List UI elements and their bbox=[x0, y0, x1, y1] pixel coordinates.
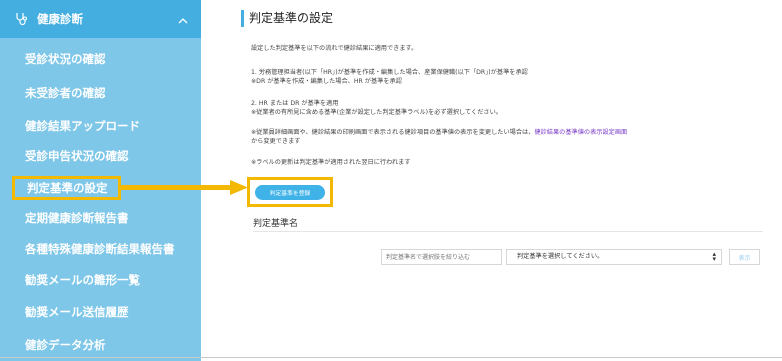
step2-note: ※従業者の有所見に含める基準(企業が設定した判定基準ラベル)を必ず選択してくださ… bbox=[251, 109, 502, 116]
bottom-divider bbox=[0, 357, 782, 358]
register-button-highlight: 判定基準を登録 bbox=[247, 177, 333, 207]
sidebar-item-unexamined[interactable]: 未受診者の確認 bbox=[0, 78, 201, 108]
intro-text: 設定した判定基準を以下の流れで健診結果に適用できます。 bbox=[251, 45, 418, 52]
sidebar-item-email-history[interactable]: 勧奨メール送信履歴 bbox=[0, 297, 201, 327]
step2-text: 2. HR または DR が基準を適用 bbox=[251, 100, 339, 107]
sidebar-item-label: 健診データ分析 bbox=[25, 338, 106, 352]
criteria-select[interactable]: 判定基準を選択してください。 ▴ ▾ bbox=[506, 249, 722, 265]
sidebar-item-label: 勧奨メール送信履歴 bbox=[25, 305, 129, 319]
step1-note: ※DR が基準を作成・編集した場合、HR が基準を承認 bbox=[251, 78, 402, 85]
sidebar-item-periodic-report[interactable]: 定期健康診断報告書 bbox=[0, 203, 201, 233]
sidebar-item-consultation-status[interactable]: 受診状況の確認 bbox=[0, 44, 201, 74]
reference-value-note: ※従業員詳細画面や、健診結果の印刷画面で表示される健診項目の基準値の表示を変更し… bbox=[251, 128, 627, 137]
step1-text: 1. 労務管理担当者(以下「HR」)が基準を作成・編集した場合、産業保健職(以下… bbox=[251, 69, 528, 76]
sidebar-item-special-report[interactable]: 各種特殊健康診断結果報告書 bbox=[0, 234, 201, 264]
main-content: 判定基準の設定 設定した判定基準を以下の流れで健診結果に適用できます。 1. 労… bbox=[201, 0, 782, 361]
sidebar-item-data-analysis[interactable]: 健診データ分析 bbox=[0, 330, 201, 360]
sidebar-item-label: 各種特殊健康診断結果報告書 bbox=[25, 242, 175, 256]
criteria-search-input[interactable] bbox=[381, 249, 502, 265]
chevron-up-icon[interactable] bbox=[177, 12, 189, 24]
label-update-note: ※ラベルの更新は判定基準が適用された翌日に行われます bbox=[251, 159, 411, 166]
sidebar-item-label: 受診申告状況の確認 bbox=[25, 149, 129, 163]
register-criteria-button[interactable]: 判定基準を登録 bbox=[255, 185, 325, 200]
sidebar-item-label: 受診状況の確認 bbox=[25, 52, 106, 66]
sidebar-header-health-checkup[interactable]: 健康診断 bbox=[0, 0, 201, 38]
show-button[interactable]: 表示 bbox=[729, 249, 760, 265]
divider bbox=[253, 231, 763, 232]
sidebar-item-label: 未受診者の確認 bbox=[25, 86, 106, 100]
select-value: 判定基準を選択してください。 bbox=[517, 253, 604, 260]
sidebar-item-label: 勧奨メールの雛形一覧 bbox=[25, 273, 140, 287]
sidebar-item-label: 健診結果アップロード bbox=[25, 119, 140, 133]
note-text: ※従業員詳細画面や、健診結果の印刷画面で表示される健診項目の基準値の表示を変更し… bbox=[251, 129, 535, 136]
page-title: 判定基準の設定 bbox=[241, 10, 333, 27]
sidebar-item-declaration-status[interactable]: 受診申告状況の確認 bbox=[0, 141, 201, 171]
section-title: 判定基準名 bbox=[253, 219, 299, 229]
stethoscope-icon bbox=[14, 12, 28, 26]
sidebar-item-label: 定期健康診断報告書 bbox=[25, 211, 129, 225]
reference-value-note-cont: から変更できます bbox=[251, 138, 301, 145]
reference-settings-link[interactable]: 健診結果の基準値の表示設定画面 bbox=[534, 129, 627, 136]
sidebar-item-results-upload[interactable]: 健診結果アップロード bbox=[0, 111, 201, 141]
sidebar-header-title: 健康診断 bbox=[37, 12, 83, 26]
sidebar-item-label: 判定基準の設定 bbox=[27, 181, 108, 195]
sidebar-item-email-templates[interactable]: 勧奨メールの雛形一覧 bbox=[0, 265, 201, 295]
sidebar-item-criteria-settings[interactable]: 判定基準の設定 bbox=[12, 176, 121, 200]
select-arrows-icon: ▴ ▾ bbox=[712, 250, 716, 263]
